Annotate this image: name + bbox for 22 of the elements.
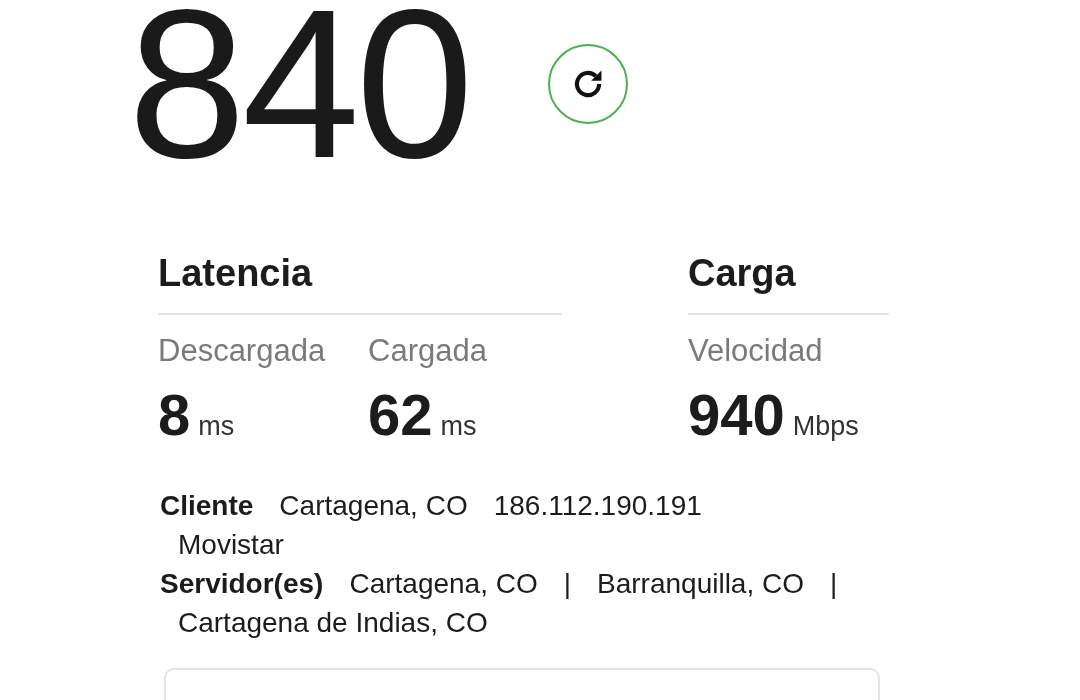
metric-label: Descargada	[158, 333, 327, 369]
section-title: Carga	[688, 252, 889, 315]
info-value: 186.112.190.191	[493, 489, 702, 523]
metric-unit: ms	[440, 411, 477, 442]
metric-value: 62	[368, 381, 433, 448]
info-value: Cartagena, CO	[279, 489, 468, 523]
metric-label: Cargada	[368, 333, 488, 369]
info-label: Cliente	[160, 489, 254, 523]
info-value: |	[830, 567, 838, 601]
metric-unit: Mbps	[792, 411, 859, 442]
info-value: Movistar	[178, 528, 284, 562]
metric-label: Velocidad	[688, 333, 824, 369]
section-title: Latencia	[158, 252, 562, 315]
metric-value: 940	[688, 381, 785, 448]
speed-value: 840	[128, 0, 470, 190]
metric-unit: ms	[198, 411, 235, 442]
metric-value: 8	[158, 381, 191, 448]
info-value: Cartagena de Indias, CO	[178, 606, 488, 640]
info-value: Barranquilla, CO	[597, 567, 804, 601]
info-label: Servidor(es)	[160, 567, 324, 601]
info-value: Cartagena, CO	[349, 567, 538, 601]
info-value: |	[563, 567, 571, 601]
